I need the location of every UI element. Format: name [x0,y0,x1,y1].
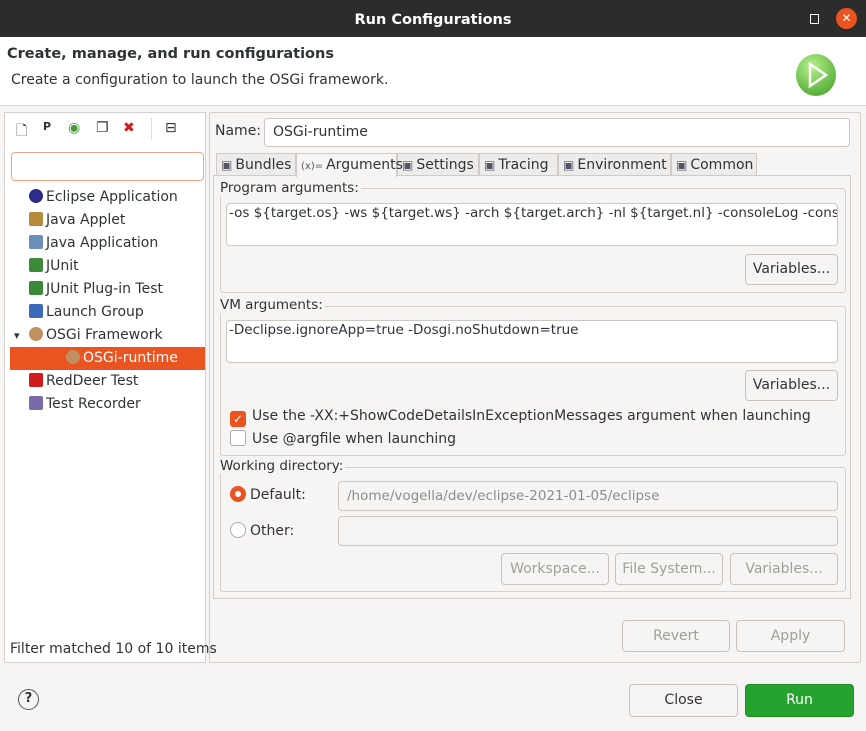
config-sidebar: 🗋 P ◉ ❐ ✖ ⊟ Eclipse Application Java Appl… [4,112,217,663]
tree-item[interactable]: Test Recorder [29,393,141,416]
close-button[interactable]: Close [629,684,738,717]
window-title: Run Configurations [354,12,512,28]
collapse-all-icon[interactable]: ⊟ [165,120,177,136]
tab-tracing[interactable]: ▣ Tracing [479,153,558,176]
launch-group-icon [29,304,43,318]
vm-args-textarea[interactable]: -Declipse.ignoreApp=true -Dosgi.noShutdo… [226,320,838,363]
title-bar: Run Configurations ✕ [0,0,866,37]
bundles-icon: ▣ [221,158,233,172]
tab-bundles[interactable]: ▣ Bundles [216,153,296,176]
toolbar-divider [151,118,152,140]
export-icon[interactable]: ◉ [68,120,80,136]
tracing-icon: ▣ [484,158,496,172]
junit-plugin-icon [29,281,43,295]
help-icon[interactable]: ? [18,689,39,710]
arguments-icon: (x)= [301,161,324,172]
tree-item-label: JUnit Plug-in Test [46,281,164,297]
maximize-button[interactable] [810,14,819,24]
tab-environment[interactable]: ▣ Environment [558,153,671,176]
junit-icon [29,258,43,272]
run-button[interactable]: Run [745,684,854,717]
new-prototype-icon[interactable]: P [43,120,51,133]
tab-label: Settings [416,157,474,173]
radio-label: Default: [250,487,306,503]
osgi-icon [29,327,43,341]
tree-item[interactable]: Java Applet [29,209,125,232]
checkbox-label: Use @argfile when launching [252,431,457,447]
checkbox-label: Use the -XX:+ShowCodeDetailsInExceptionM… [252,408,811,424]
argfile-checkbox[interactable]: Use @argfile when launching [230,430,456,447]
program-args-variables-button[interactable]: Variables... [745,254,838,285]
file-system-button[interactable]: File System... [615,553,723,585]
name-input[interactable]: OSGi-runtime [264,118,850,147]
working-dir-variables-button[interactable]: Variables... [730,553,838,585]
tree-item[interactable]: ▾ OSGi Framework [14,324,163,347]
sidebar-toolbar: 🗋 P ◉ ❐ ✖ ⊟ [13,118,193,140]
tab-common[interactable]: ▣ Common [671,153,757,176]
program-args-label: Program arguments: [218,180,361,196]
tab-label: Environment [577,157,667,173]
filter-input[interactable] [11,152,204,181]
radio-label: Other: [250,523,295,539]
radio-selected-icon [230,486,246,502]
default-dir-field: /home/vogella/dev/eclipse-2021-01-05/ecl… [338,481,838,511]
tree-item[interactable]: Launch Group [29,301,144,324]
header-subtitle: Create a configuration to launch the OSG… [11,72,389,88]
run-banner-icon [796,54,836,96]
other-radio[interactable]: Other: [230,522,294,539]
default-radio[interactable]: Default: [230,486,306,503]
test-recorder-icon [29,396,43,410]
java-app-icon [29,235,43,249]
tree-item[interactable]: JUnit Plug-in Test [29,278,163,301]
tree-item[interactable]: RedDeer Test [29,370,138,393]
expand-arrow-icon[interactable]: ▾ [14,324,20,347]
radio-unselected-icon [230,522,246,538]
tab-label: Common [690,157,754,173]
tree-item-label: Java Applet [46,212,126,228]
workspace-button[interactable]: Workspace... [501,553,609,585]
tree-item[interactable]: JUnit [29,255,79,278]
tree-item-label: OSGi Framework [46,327,163,343]
tree-item-label: JUnit [46,258,79,274]
close-window-button[interactable]: ✕ [836,8,857,29]
osgi-icon [66,350,80,364]
tree-item-label: Test Recorder [46,396,141,412]
tab-label: Arguments [326,157,403,173]
checkbox-unchecked-icon [230,430,246,446]
eclipse-icon [29,189,43,203]
common-icon: ▣ [676,158,688,172]
tree-item-label: Eclipse Application [46,189,178,205]
tab-arguments[interactable]: (x)= Arguments [296,153,403,177]
delete-icon[interactable]: ✖ [123,120,135,136]
tab-settings[interactable]: ▣ Settings [397,153,479,176]
show-code-details-checkbox[interactable]: ✓ Use the -XX:+ShowCodeDetailsInException… [230,408,811,427]
java-applet-icon [29,212,43,226]
tree-item-label: Java Application [46,235,159,251]
tree-item[interactable]: OSGi-runtime [10,347,205,370]
new-config-icon[interactable]: 🗋 [16,120,27,144]
program-args-textarea[interactable]: -os ${target.os} -ws ${target.ws} -arch … [226,203,838,246]
revert-button[interactable]: Revert [622,620,730,652]
reddeer-icon [29,373,43,387]
tree-item-label: RedDeer Test [46,373,139,389]
dialog-header: Create, manage, and run configurations C… [0,37,866,106]
other-dir-field[interactable] [338,516,838,546]
tab-label: Tracing [498,157,549,173]
duplicate-icon[interactable]: ❐ [96,120,109,136]
working-dir-label: Working directory: [218,458,346,474]
tree-item[interactable]: Eclipse Application [29,186,178,209]
tree-item[interactable]: Java Application [29,232,158,255]
name-label: Name: [215,123,262,139]
vm-args-label: VM arguments: [218,297,325,313]
environment-icon: ▣ [563,158,575,172]
checkbox-checked-icon: ✓ [230,411,246,427]
apply-button[interactable]: Apply [736,620,845,652]
vm-args-variables-button[interactable]: Variables... [745,370,838,401]
header-title: Create, manage, and run configurations [7,46,334,62]
tree-item-label: Launch Group [46,304,144,320]
settings-icon: ▣ [402,158,414,172]
tree-item-label: OSGi-runtime [83,350,178,366]
tab-label: Bundles [235,157,292,173]
filter-status: Filter matched 10 of 10 items [10,641,217,657]
